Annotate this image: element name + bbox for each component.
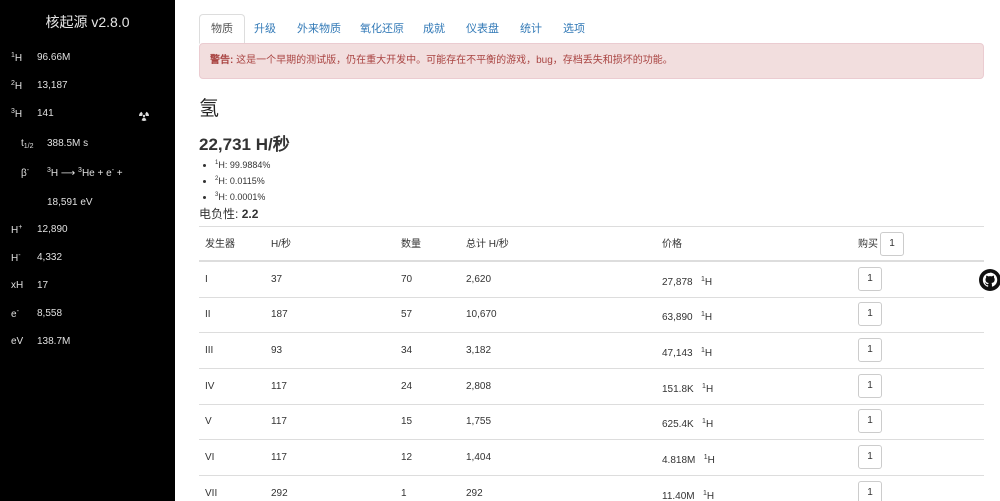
price-cell: 4.818M 1H xyxy=(662,454,715,466)
buy-button[interactable]: 1 xyxy=(858,302,882,326)
particle-value: 4,332 xyxy=(37,252,63,263)
buy-amount-input[interactable]: 1 xyxy=(880,232,904,256)
resource-value: 13,187 xyxy=(37,80,68,91)
tab-options[interactable]: 选项 xyxy=(552,15,596,43)
particle-value: 12,890 xyxy=(37,224,68,235)
radiation-icon xyxy=(139,111,149,121)
column-header-count: 数量 xyxy=(401,239,421,250)
table-row: I 37 70 2,620 27,878 1H 1 xyxy=(199,262,984,298)
decay-energy: 18,591 eV xyxy=(47,197,93,208)
app-title: 核起源 v2.8.0 xyxy=(45,14,130,30)
production-rate: 22,731 H/秒 xyxy=(199,135,290,154)
column-header-rate: H/秒 xyxy=(271,239,291,250)
price-cell: 63,890 1H xyxy=(662,311,713,323)
tab-achievements[interactable]: 成就 xyxy=(412,15,456,43)
price-cell: 151.8K 1H xyxy=(662,383,714,395)
github-icon[interactable] xyxy=(979,269,1000,291)
particle-value: 8,558 xyxy=(37,308,63,319)
tab-matter[interactable]: 物质 xyxy=(199,14,245,44)
decay-row: β- 3H ⟶ 3He + e- + xyxy=(21,167,123,179)
buy-button[interactable]: 1 xyxy=(858,409,882,433)
list-item: 1H: 99.9884% xyxy=(215,156,270,172)
tab-statistics[interactable]: 统计 xyxy=(509,15,553,43)
tab-exotic-matter[interactable]: 外来物质 xyxy=(286,15,352,43)
buy-button[interactable]: 1 xyxy=(858,374,882,398)
table-row: III 93 34 3,182 47,143 1H 1 xyxy=(199,333,984,369)
app-root: 核起源 v2.8.0 1H 96.66M 2H 13,187 3H 141 t1… xyxy=(0,0,1000,501)
table-row: IV 117 24 2,808 151.8K 1H 1 xyxy=(199,369,984,405)
resource-sidebar: 核起源 v2.8.0 1H 96.66M 2H 13,187 3H 141 t1… xyxy=(0,0,175,501)
resource-value: 141 xyxy=(37,108,54,119)
table-row: V 117 15 1,755 625.4K 1H 1 xyxy=(199,404,984,440)
buy-button[interactable]: 1 xyxy=(858,267,882,291)
table-row: VI 117 12 1,404 4.818M 1H 1 xyxy=(199,440,984,476)
buy-button[interactable]: 1 xyxy=(858,338,882,362)
buy-button[interactable]: 1 xyxy=(858,445,882,469)
tab-dashboard[interactable]: 仪表盘 xyxy=(455,15,510,43)
element-name: 氢 xyxy=(199,98,219,120)
price-cell: 47,143 1H xyxy=(662,347,713,359)
column-header-price: 价格 xyxy=(662,239,682,250)
price-cell: 625.4K 1H xyxy=(662,418,714,430)
table-header: 发生器 H/秒 数量 总计 H/秒 价格 购买 1 xyxy=(199,226,984,262)
beta-warning-alert: 警告: 这是一个早期的测试版，仍在重大开发中。可能存在不平衡的游戏，bug，存档… xyxy=(199,43,984,79)
table-row: VII 292 1 292 11.40M 1H 1 xyxy=(199,476,984,501)
list-item: 2H: 0.0115% xyxy=(215,172,270,188)
column-header-buy: 购买 xyxy=(858,239,878,250)
decay-equation: 3H ⟶ 3He + e- + xyxy=(47,167,123,179)
tab-redox[interactable]: 氧化还原 xyxy=(349,15,415,43)
table-row: II 187 57 10,670 63,890 1H 1 xyxy=(199,297,984,333)
particle-value: 138.7M xyxy=(37,336,71,347)
half-life-value: 388.5M s xyxy=(47,138,89,149)
column-header-generator: 发生器 xyxy=(205,239,235,250)
main-tabs: 物质 升级 外来物质 氧化还原 成就 仪表盘 统计 选项 xyxy=(199,13,984,44)
price-cell: 11.40M 1H xyxy=(662,490,715,501)
tab-upgrades[interactable]: 升级 xyxy=(243,15,287,43)
resource-value: 96.66M xyxy=(37,52,71,63)
buy-button[interactable]: 1 xyxy=(858,481,882,501)
column-header-total: 总计 H/秒 xyxy=(466,239,509,250)
particle-value: 17 xyxy=(37,280,49,291)
price-cell: 27,878 1H xyxy=(662,276,713,288)
isotope-list: 1H: 99.9884% 2H: 0.0115% 3H: 0.0001% xyxy=(215,156,270,204)
electronegativity: 电负性: 2.2 xyxy=(199,207,259,221)
list-item: 3H: 0.0001% xyxy=(215,188,270,204)
